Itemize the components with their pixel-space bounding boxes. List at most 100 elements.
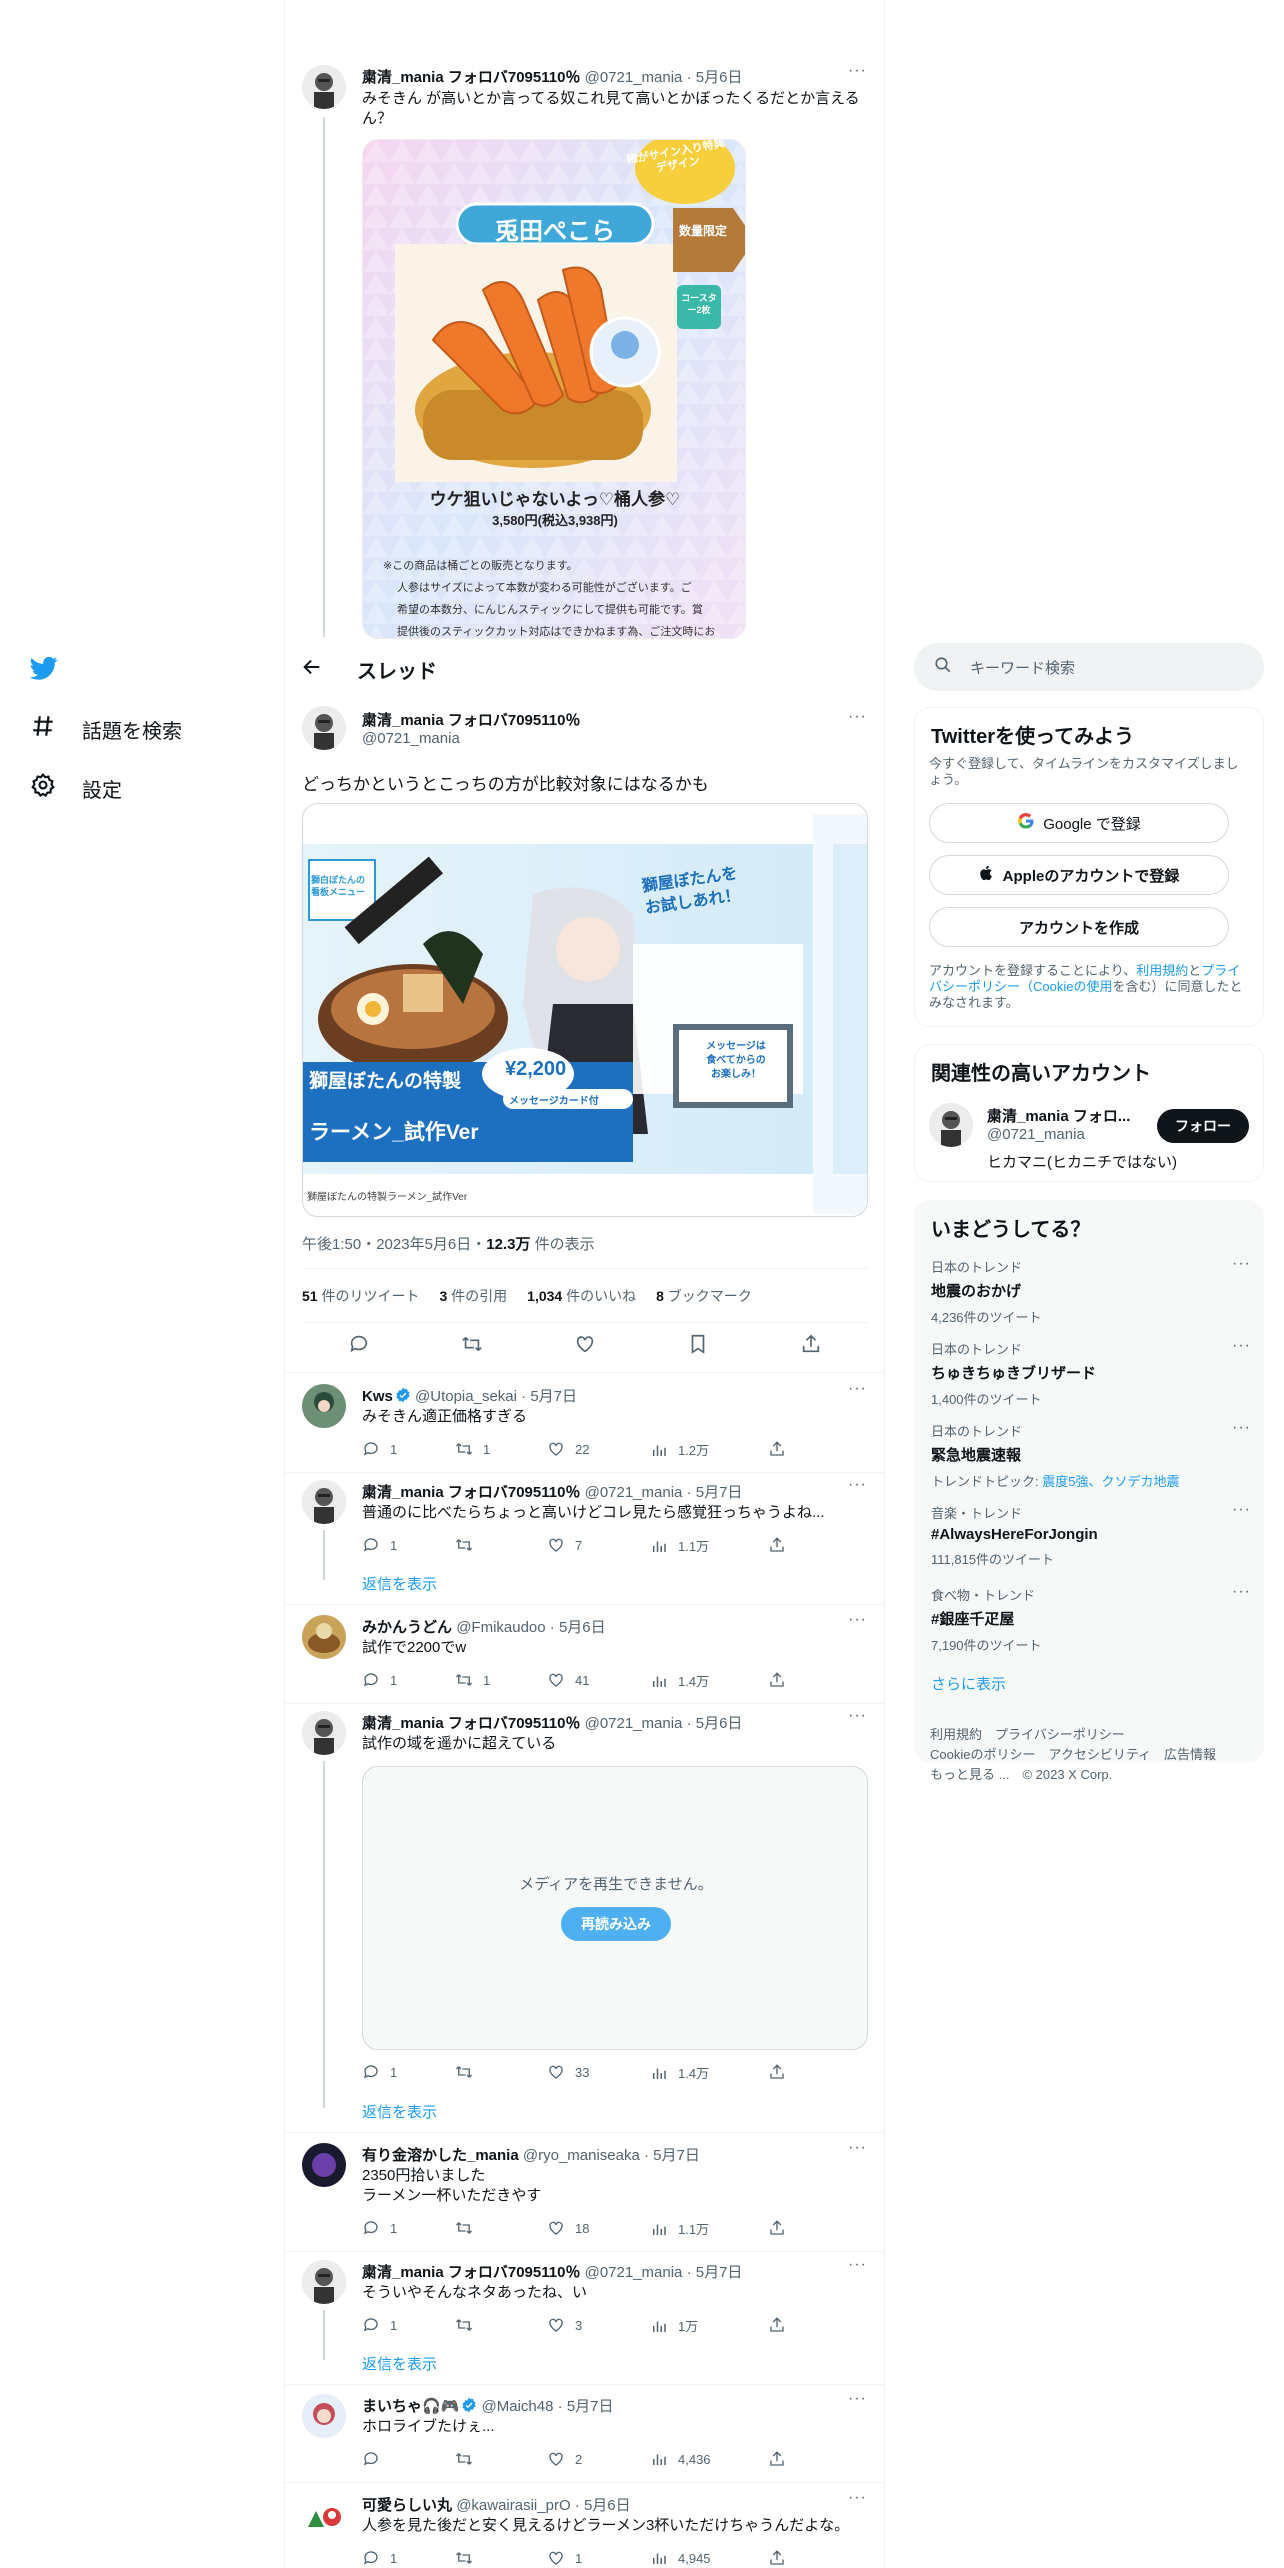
reload-button[interactable]: 再読み込み <box>561 1907 671 1941</box>
tweet-image[interactable]: 獅白ぼたんの 看板メニュー 獅屋ぼたんを お試しあれ！ 獅屋ぼたんの特製 ラーメ… <box>302 803 868 1217</box>
share-icon[interactable] <box>800 1333 822 1360</box>
like-action[interactable]: 1 <box>547 2549 582 2567</box>
retweet-action[interactable] <box>455 2063 483 2081</box>
author-handle[interactable]: @0721_mania <box>585 69 683 86</box>
more-icon[interactable]: ··· <box>848 708 867 726</box>
share-action[interactable] <box>768 2219 786 2237</box>
reply-action[interactable]: 1 <box>362 1440 397 1458</box>
trend-item[interactable]: 日本のトレンド ちゅきちゅきブリザード 1,400件のツイート ··· <box>931 1337 1251 1408</box>
reply-action[interactable]: 1 <box>362 1536 397 1554</box>
show-replies-link[interactable]: 返信を表示 <box>362 2101 437 2122</box>
more-icon[interactable]: ··· <box>1232 1419 1251 1437</box>
author-name[interactable]: 粛清_mania フォロバ7095110％ <box>362 2264 580 2281</box>
avatar[interactable] <box>302 2143 346 2187</box>
avatar[interactable] <box>302 1384 346 1428</box>
search-input[interactable]: キーワード検索 <box>914 643 1264 691</box>
author-handle[interactable]: @Fmikaudoo <box>456 1619 545 1636</box>
more-icon[interactable]: ··· <box>848 2139 867 2157</box>
tweet-date[interactable]: 5月6日 <box>696 1715 743 1732</box>
author-name[interactable]: 粛清_mania フォロバ7095110％ <box>362 69 580 86</box>
reply-action[interactable] <box>362 2450 390 2468</box>
trend-item[interactable]: 音楽・トレンド #AlwaysHereForJongin 111,815件のツイ… <box>931 1501 1251 1568</box>
more-icon[interactable]: ··· <box>848 1380 867 1398</box>
retweet-action[interactable] <box>455 2549 483 2567</box>
more-icon[interactable]: ··· <box>848 2256 867 2274</box>
share-action[interactable] <box>768 1536 786 1554</box>
nav-settings[interactable]: 設定 <box>30 772 122 804</box>
author-handle[interactable]: @Maich48 <box>482 2398 554 2415</box>
like-stat[interactable]: 1,034 件のいいね <box>527 1286 636 1306</box>
author-name[interactable]: 有り金溶かした_mania <box>362 2147 519 2164</box>
like-action[interactable]: 41 <box>547 1671 589 1689</box>
author-name[interactable]: まいちゃ🎧🎮 <box>362 2398 459 2415</box>
views-action[interactable]: 1.4万 <box>650 1671 709 1690</box>
like-action[interactable]: 18 <box>547 2219 589 2237</box>
avatar[interactable] <box>302 65 346 109</box>
like-action[interactable]: 3 <box>547 2316 582 2334</box>
reply-action[interactable]: 1 <box>362 2219 397 2237</box>
terms-link[interactable]: 利用規約 <box>1136 963 1188 978</box>
relevant-handle[interactable]: @0721_mania <box>987 1126 1085 1143</box>
avatar[interactable] <box>302 1615 346 1659</box>
views-action[interactable]: 1.1万 <box>650 2219 709 2238</box>
more-icon[interactable]: ··· <box>1232 1337 1251 1355</box>
tweet-image[interactable]: 稀がサイン入り特典デザイン 兎田ぺこら 数量限定 コースター2枚 ウケ狙いじゃな… <box>362 139 746 639</box>
trend-topic-link[interactable]: 震度5強、クソデカ地震 <box>1042 1474 1179 1489</box>
retweet-action[interactable] <box>455 2316 483 2334</box>
tweet-date[interactable]: 5月6日 <box>584 2497 631 2514</box>
apple-signup-button[interactable]: Appleのアカウントで登録 <box>929 855 1229 895</box>
more-icon[interactable]: ··· <box>848 62 867 80</box>
bookmark-stat[interactable]: 8 ブックマーク <box>656 1286 752 1306</box>
retweet-action[interactable]: 1 <box>455 1671 490 1689</box>
share-action[interactable] <box>768 2316 786 2334</box>
views-action[interactable]: 1.1万 <box>650 1536 709 1555</box>
views-action[interactable]: 1.4万 <box>650 2063 709 2082</box>
reply-action[interactable]: 1 <box>362 1671 397 1689</box>
media-player[interactable]: メディアを再生できません。 再読み込み <box>362 1766 868 2050</box>
retweet-action[interactable] <box>455 2450 483 2468</box>
author-handle[interactable]: @0721_mania <box>585 1484 683 1501</box>
views-action[interactable]: 1.2万 <box>650 1440 709 1459</box>
share-action[interactable] <box>768 2063 786 2081</box>
author-handle[interactable]: @0721_mania <box>585 2264 683 2281</box>
more-icon[interactable]: ··· <box>848 2390 867 2408</box>
like-action[interactable]: 22 <box>547 1440 589 1458</box>
like-action[interactable]: 7 <box>547 1536 582 1554</box>
google-signup-button[interactable]: Google で登録 <box>929 803 1229 843</box>
create-account-button[interactable]: アカウントを作成 <box>929 907 1229 947</box>
author-name[interactable]: 粛清_mania フォロバ7095110％ <box>362 709 580 730</box>
show-more-trends[interactable]: さらに表示 <box>931 1673 1006 1694</box>
author-handle[interactable]: @ryo_maniseaka <box>523 2147 640 2164</box>
author-handle[interactable]: @0721_mania <box>585 1715 683 1732</box>
tweet-date[interactable]: 5月6日 <box>559 1619 606 1636</box>
more-icon[interactable]: ··· <box>848 2489 867 2507</box>
like-action[interactable]: 2 <box>547 2450 582 2468</box>
more-icon[interactable]: ··· <box>1232 1501 1251 1519</box>
trend-item[interactable]: 食べ物・トレンド #銀座千疋屋 7,190件のツイート ··· <box>931 1583 1251 1654</box>
more-icon[interactable]: ··· <box>848 1611 867 1629</box>
bookmark-icon[interactable] <box>687 1333 709 1360</box>
author-handle[interactable]: @0721_mania <box>362 730 460 747</box>
more-icon[interactable]: ··· <box>848 1476 867 1494</box>
avatar[interactable] <box>302 2493 346 2537</box>
tweet-date[interactable]: 5月7日 <box>696 1484 743 1501</box>
author-name[interactable]: 粛清_mania フォロバ7095110％ <box>362 1715 580 1732</box>
avatar[interactable] <box>302 706 346 750</box>
relevant-name[interactable]: 粛清_mania フォロ... <box>987 1105 1130 1126</box>
tweet-date[interactable]: 5月6日 <box>696 69 743 86</box>
more-icon[interactable]: ··· <box>1232 1255 1251 1273</box>
tweet-date[interactable]: 5月7日 <box>696 2264 743 2281</box>
reply-action[interactable]: 1 <box>362 2063 397 2081</box>
follow-button[interactable]: フォロー <box>1157 1109 1249 1143</box>
tweet-date[interactable]: 5月7日 <box>530 1388 577 1405</box>
author-name[interactable]: 可愛らしい丸 <box>362 2497 452 2514</box>
footer-line3[interactable]: もっと見る ... © 2023 X Corp. <box>930 1765 1216 1785</box>
more-icon[interactable]: ··· <box>848 1707 867 1725</box>
tweet-time[interactable]: 午後1:50・2023年5月6日・ <box>302 1236 486 1253</box>
avatar[interactable] <box>302 2260 346 2304</box>
share-action[interactable] <box>768 2549 786 2567</box>
author-name[interactable]: 粛清_mania フォロバ7095110％ <box>362 1484 580 1501</box>
show-replies-link[interactable]: 返信を表示 <box>362 1573 437 1594</box>
footer-line1[interactable]: 利用規約 プライバシーポリシー <box>930 1725 1216 1745</box>
tweet-date[interactable]: 5月7日 <box>653 2147 700 2164</box>
